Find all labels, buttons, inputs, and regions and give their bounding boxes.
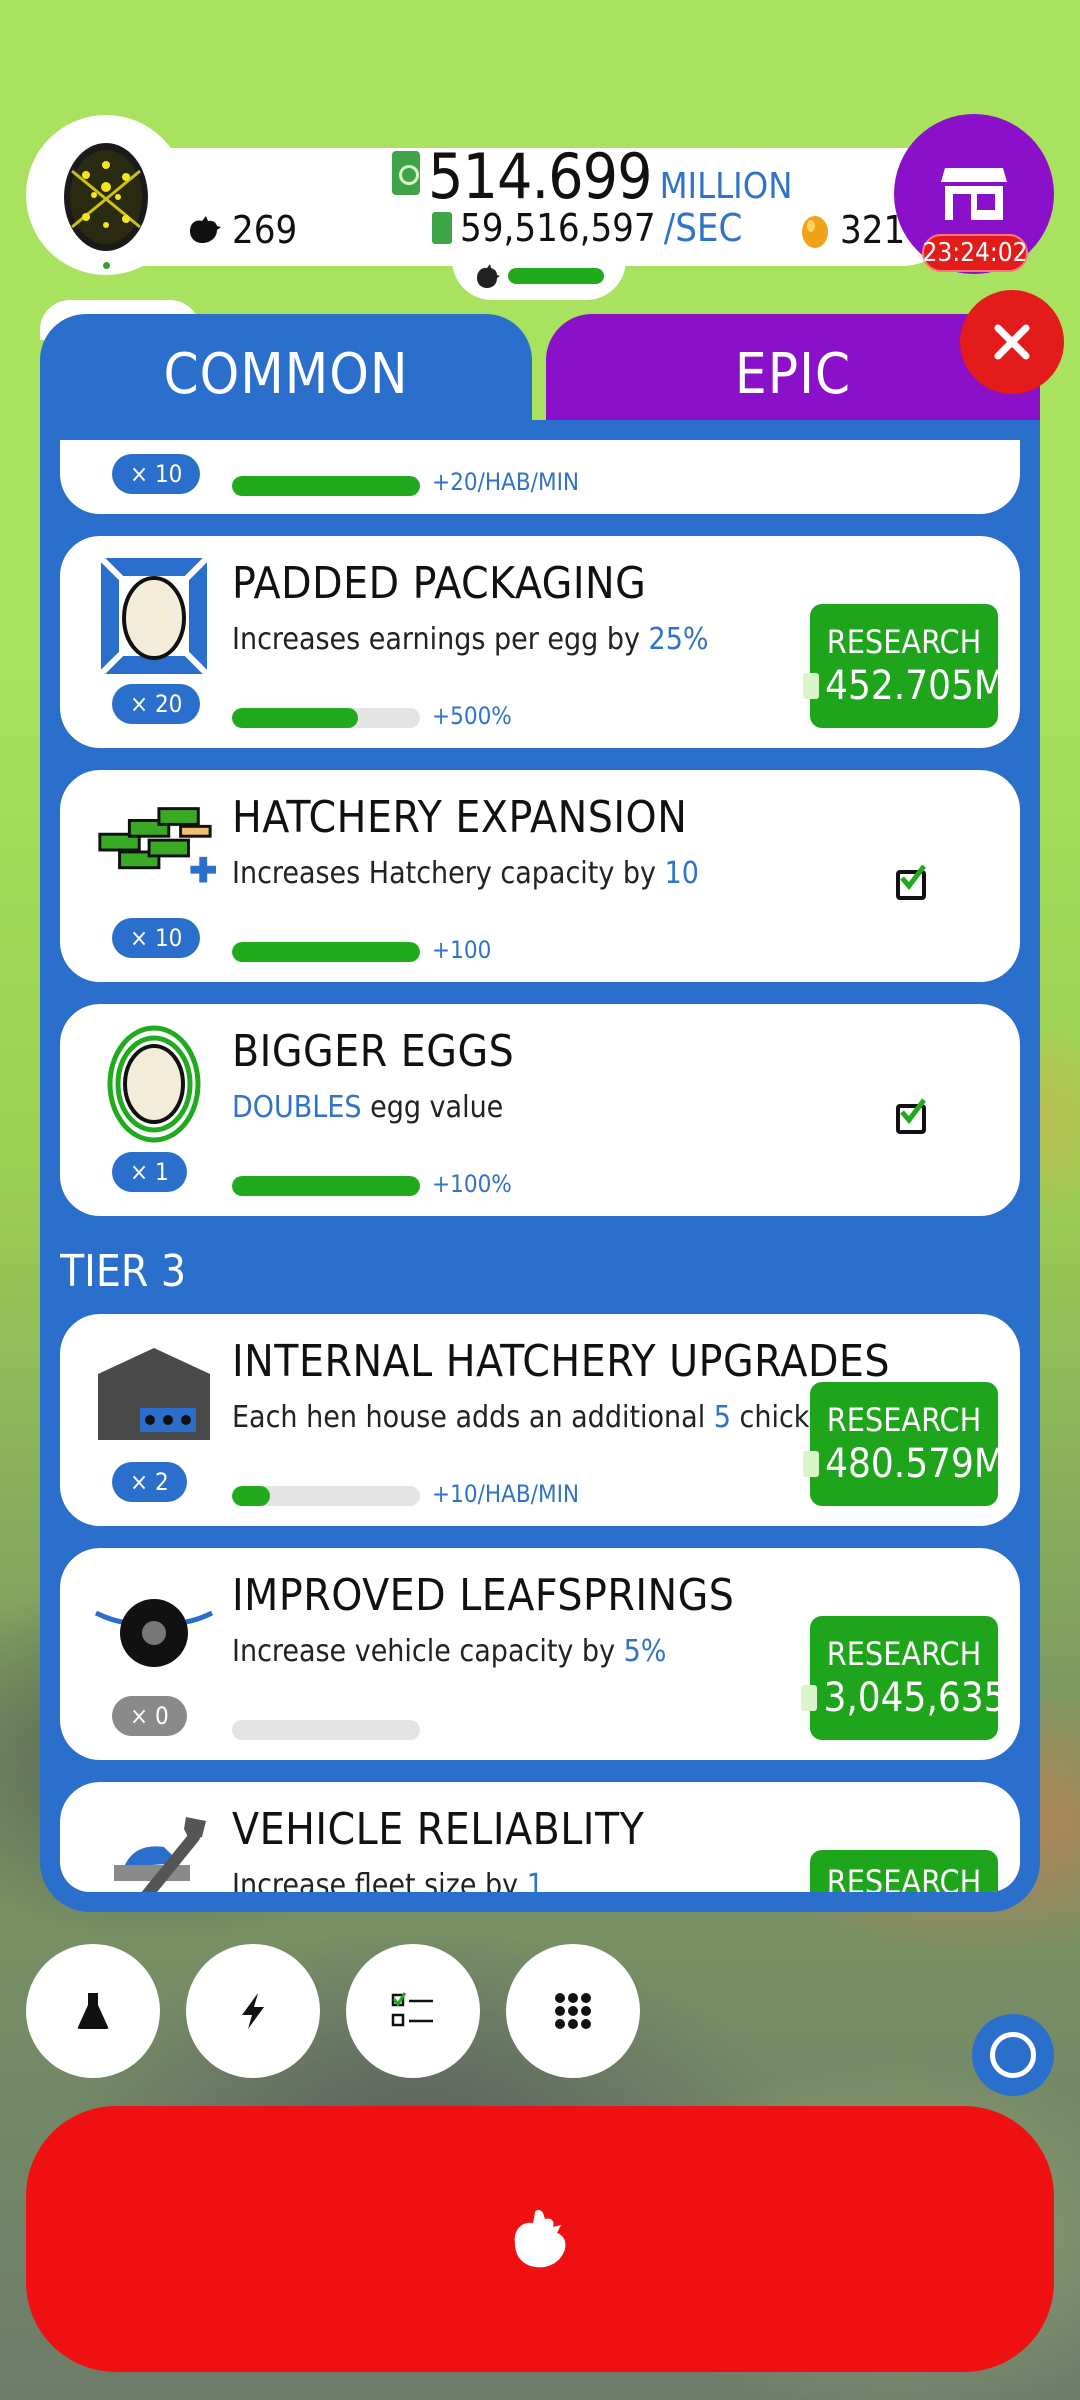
- hatch-chicken-button[interactable]: [26, 2106, 1054, 2372]
- research-progress: [232, 1176, 420, 1196]
- golden-egg-count-value: 321: [840, 208, 906, 252]
- research-level-badge: × 2: [112, 1462, 187, 1502]
- research-progress: [232, 1486, 420, 1506]
- rate-unit: /SEC: [663, 206, 743, 250]
- menu-grid-icon: [555, 1993, 591, 2029]
- research-description: Increase vehicle capacity by 5%: [232, 1634, 667, 1669]
- close-button[interactable]: [960, 290, 1064, 394]
- research-button[interactable]: RESEARCH: [810, 1850, 998, 1892]
- cash-small-icon: [432, 212, 452, 244]
- boost-ring-button[interactable]: [972, 2014, 1054, 2096]
- money-display: 514.699 MILLION: [392, 140, 793, 213]
- chicken-icon: [190, 216, 221, 243]
- research-progress: [232, 1720, 420, 1740]
- research-bonus: +100: [432, 936, 492, 964]
- hatchery-beds-icon: [90, 786, 218, 914]
- hab-capacity-progress: [508, 268, 604, 284]
- research-card-internal-hatchery: × 2 INTERNAL HATCHERY UPGRADES Each hen …: [60, 1314, 1020, 1526]
- golden-egg-currency-icon: [802, 216, 828, 248]
- chicken-count: 269: [186, 208, 297, 252]
- padded-egg-icon: [90, 552, 218, 680]
- research-bonus: +500%: [432, 702, 512, 730]
- cash-icon: [392, 151, 420, 195]
- close-icon: [994, 324, 1030, 360]
- leafspring-wheel-icon: [90, 1564, 218, 1692]
- research-button-label: RESEARCH: [826, 1863, 982, 1892]
- research-cost: 452.705M: [803, 663, 1005, 709]
- research-button-label: RESEARCH: [826, 623, 982, 661]
- menu-nav-button[interactable]: [506, 1944, 640, 2078]
- research-progress: [232, 476, 420, 496]
- cash-small-icon: [801, 1685, 818, 1711]
- research-panel[interactable]: × 10 +20/HAB/MIN × 20 PADDED PACKAGING I…: [40, 420, 1040, 1912]
- research-title: BIGGER EGGS: [232, 1026, 515, 1077]
- cash-small-icon: [803, 1451, 820, 1477]
- research-progress: [232, 708, 420, 728]
- current-egg-button[interactable]: [26, 115, 186, 275]
- research-progress: [232, 942, 420, 962]
- research-card-vehicle-reliability: VEHICLE RELIABLITY Increase fleet size b…: [60, 1782, 1020, 1892]
- boost-lightning-icon: [242, 1993, 264, 2029]
- chicken-count-value: 269: [232, 208, 298, 252]
- research-bonus: +20/HAB/MIN: [432, 468, 580, 496]
- money-unit: MILLION: [659, 166, 793, 207]
- research-description: Increases earnings per egg by 25%: [232, 622, 709, 657]
- research-bonus: +100%: [432, 1170, 512, 1198]
- golden-egg-count: 321: [800, 208, 905, 252]
- research-button[interactable]: RESEARCH 480.579M: [803, 1382, 1005, 1506]
- shop-icon: [941, 168, 1007, 220]
- research-button[interactable]: RESEARCH 452.705M: [803, 604, 1005, 728]
- research-title: INTERNAL HATCHERY UPGRADES: [232, 1336, 891, 1387]
- research-title: IMPROVED LEAFSPRINGS: [232, 1570, 735, 1621]
- shop-timer-badge: 23:24:02: [922, 234, 1028, 272]
- research-button[interactable]: RESEARCH 3,045,635: [801, 1616, 1007, 1740]
- research-description: DOUBLES egg value: [232, 1090, 504, 1125]
- egg-status-dot: [103, 262, 110, 269]
- chicken-icon: [514, 2210, 566, 2268]
- bigger-egg-icon: [90, 1020, 218, 1148]
- chick-small-icon: [477, 264, 500, 288]
- research-flask-icon: [77, 1993, 109, 2029]
- research-level-badge: × 20: [112, 684, 201, 724]
- research-nav-button[interactable]: [26, 1944, 160, 2078]
- research-card-padded-packaging: × 20 PADDED PACKAGING Increases earnings…: [60, 536, 1020, 748]
- checkmark-icon: [900, 864, 926, 890]
- research-card-improved-leafsprings: × 0 IMPROVED LEAFSPRINGS Increase vehicl…: [60, 1548, 1020, 1760]
- research-list[interactable]: × 10 +20/HAB/MIN × 20 PADDED PACKAGING I…: [60, 440, 1020, 1892]
- research-complete-checkbox: [896, 864, 926, 900]
- earning-rate: 59,516,597 /SEC: [432, 206, 742, 250]
- research-description: Increase fleet size by 1: [232, 1868, 544, 1892]
- research-card-bigger-eggs: × 1 BIGGER EGGS DOUBLES egg value +100%: [60, 1004, 1020, 1216]
- checkmark-icon: [900, 1098, 926, 1124]
- research-button-label: RESEARCH: [826, 1401, 982, 1439]
- rate-value: 59,516,597: [460, 206, 656, 250]
- ring-icon: [990, 2032, 1036, 2078]
- missions-nav-button[interactable]: [346, 1944, 480, 2078]
- boosts-nav-button[interactable]: [186, 1944, 320, 2078]
- money-value: 514.699: [428, 140, 653, 213]
- research-card-partial: × 10 +20/HAB/MIN: [60, 440, 1020, 514]
- wrench-vehicle-icon: [90, 1798, 218, 1892]
- research-cost: 480.579M: [803, 1441, 1005, 1487]
- research-description: Increases Hatchery capacity by 10: [232, 856, 699, 891]
- research-bonus: +10/HAB/MIN: [432, 1480, 580, 1508]
- research-level-badge: × 0: [112, 1696, 187, 1736]
- research-title: PADDED PACKAGING: [232, 558, 647, 609]
- research-complete-checkbox: [896, 1098, 926, 1134]
- research-title: HATCHERY EXPANSION: [232, 792, 688, 843]
- golden-egg-icon: [64, 143, 148, 251]
- research-title: VEHICLE RELIABLITY: [232, 1804, 645, 1855]
- research-level-badge: × 1: [112, 1152, 187, 1192]
- tier-heading: TIER 3: [60, 1246, 187, 1297]
- research-level-badge: × 10: [112, 918, 201, 958]
- missions-checklist-icon: [391, 1992, 433, 2027]
- research-level-badge: × 10: [112, 454, 201, 494]
- research-cost: 3,045,635: [801, 1675, 1007, 1721]
- hen-house-icon: [90, 1330, 218, 1458]
- cash-small-icon: [803, 673, 820, 699]
- research-button-label: RESEARCH: [826, 1635, 982, 1673]
- research-card-hatchery-expansion: × 10 HATCHERY EXPANSION Increases Hatche…: [60, 770, 1020, 982]
